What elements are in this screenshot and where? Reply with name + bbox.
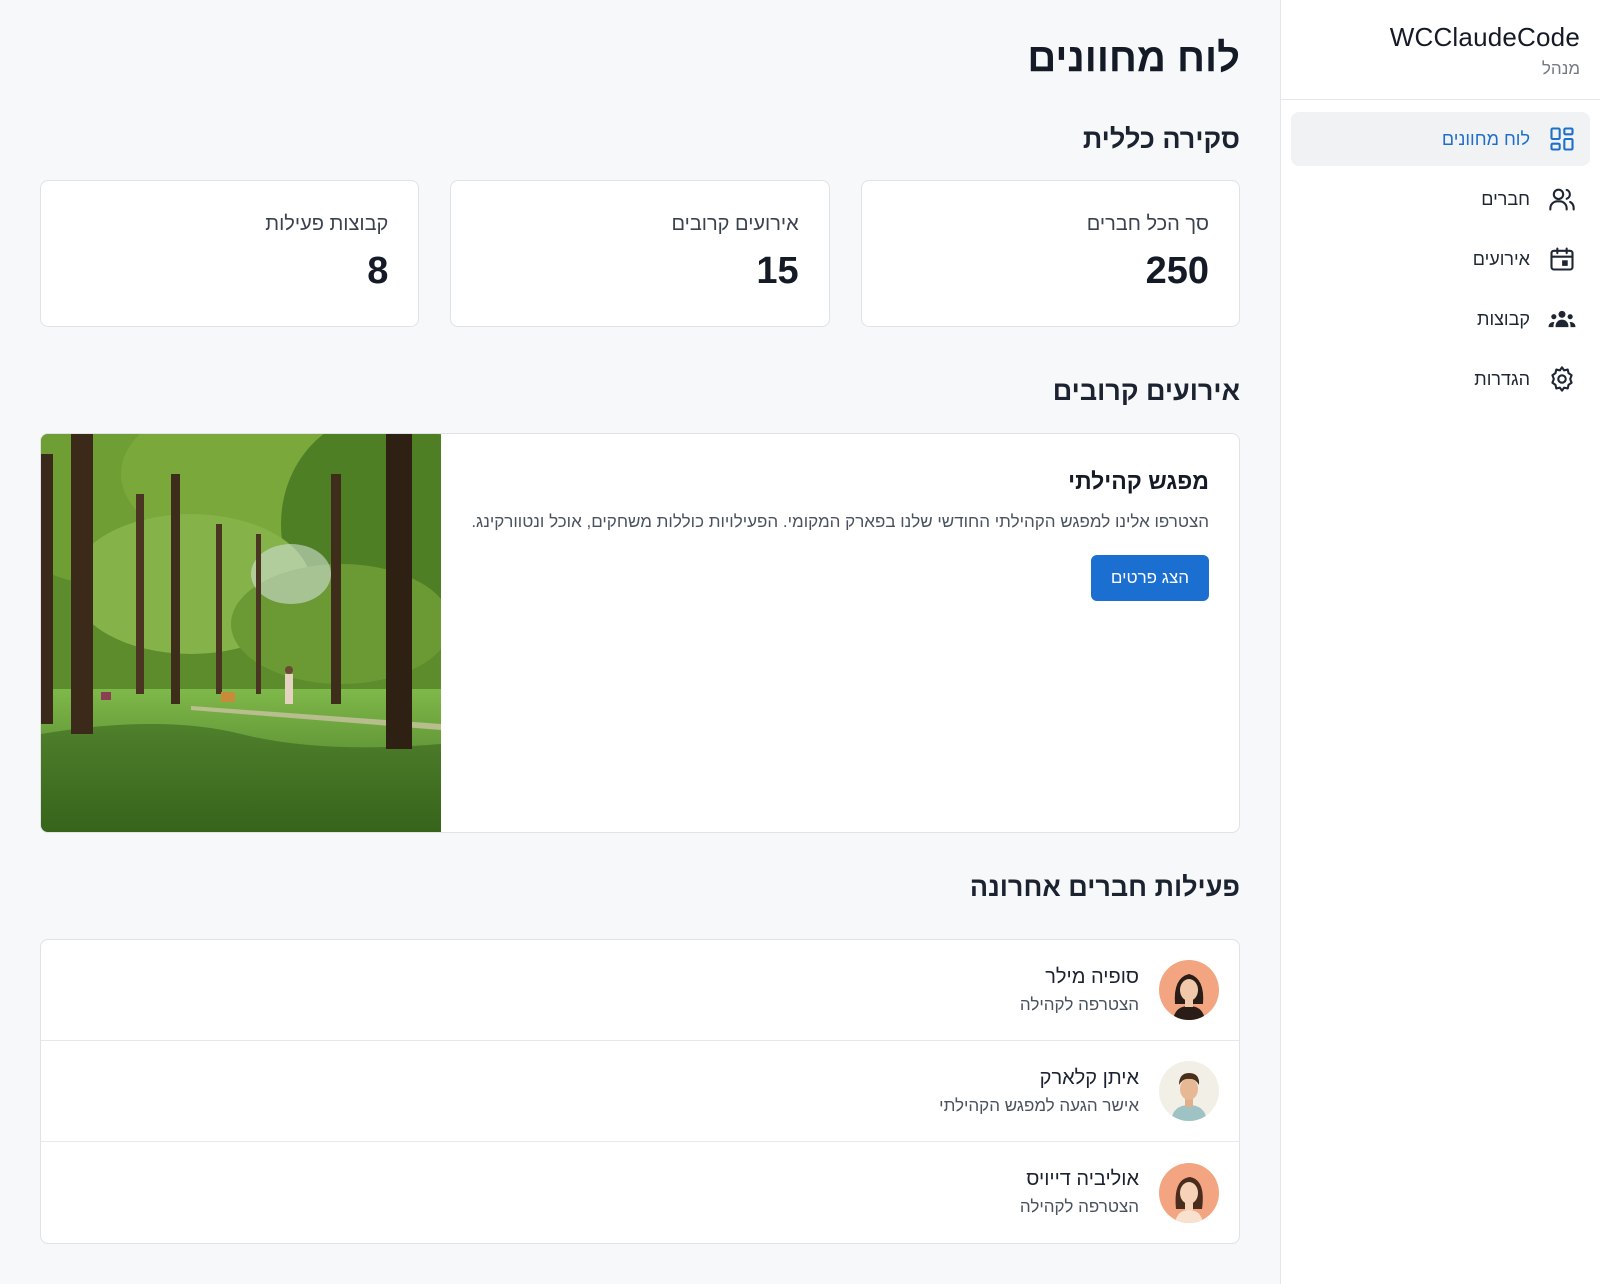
sidebar-item-label: חברים <box>1481 188 1530 209</box>
users-icon <box>1549 188 1575 211</box>
app-name: WCClaudeCode <box>1389 22 1580 52</box>
stats-row: סך הכל חברים 250 אירועים קרובים 15 קבוצו… <box>40 180 1240 327</box>
sidebar: WCClaudeCode מנהל לוח מחוונים חברים אירו… <box>1280 0 1600 1284</box>
stat-label: אירועים קרובים <box>671 213 799 235</box>
main-content: לוח מחוונים סקירה כללית סך הכל חברים 250… <box>0 0 1280 1284</box>
member-name: סופיה מילר <box>1045 965 1139 988</box>
events-title: אירועים קרובים <box>1052 376 1240 406</box>
calendar-icon <box>1550 247 1574 271</box>
view-details-button[interactable]: הצג פרטים <box>1090 555 1209 601</box>
sidebar-item-groups[interactable]: קבוצות <box>1291 292 1590 346</box>
avatar <box>1159 1162 1219 1223</box>
stat-value: 250 <box>1145 250 1209 292</box>
gear-icon <box>1551 366 1573 392</box>
stat-card-groups: קבוצות פעילות 8 <box>40 180 420 327</box>
list-item[interactable]: איתן קלארק אישר הגעה למפגש הקהילתי <box>41 1041 1239 1142</box>
page-title: לוח מחוונים <box>1027 36 1240 80</box>
park-photo-icon <box>41 434 441 832</box>
sidebar-item-label: הגדרות <box>1474 368 1530 389</box>
member-name: אוליביה דייויס <box>1026 1168 1139 1190</box>
activity-text: סופיה מילר הצטרפה לקהילה <box>1020 966 1139 1015</box>
activity-list: סופיה מילר הצטרפה לקהילה איתן קלארק אישר… <box>40 939 1240 1244</box>
stat-card-members: סך הכל חברים 250 <box>860 180 1240 327</box>
groups-icon <box>1548 310 1576 328</box>
stat-card-events: אירועים קרובים 15 <box>450 180 830 327</box>
list-item[interactable]: אוליביה דייויס הצטרפה לקהילה <box>41 1142 1239 1243</box>
dashboard-icon <box>1550 127 1574 151</box>
activity-text: איתן קלארק אישר הגעה למפגש הקהילתי <box>939 1067 1139 1116</box>
sidebar-item-settings[interactable]: הגדרות <box>1291 352 1590 406</box>
activity-title: פעילות חברים אחרונה <box>969 872 1240 902</box>
list-item[interactable]: סופיה מילר הצטרפה לקהילה <box>41 940 1239 1041</box>
man-avatar-icon <box>1159 1061 1219 1121</box>
event-card: מפגש קהילתי הצטרפו אלינו למפגש הקהילתי ה… <box>40 433 1240 833</box>
stat-value: 15 <box>756 250 799 292</box>
stat-label: קבוצות פעילות <box>265 213 389 235</box>
activity-action: הצטרפה לקהילה <box>1019 1197 1139 1216</box>
member-name: איתן קלארק <box>1039 1066 1139 1089</box>
event-image <box>41 434 441 832</box>
stat-label: סך הכל חברים <box>1086 213 1209 235</box>
woman-avatar-icon <box>1159 1162 1219 1223</box>
woman-avatar-icon <box>1159 960 1219 1020</box>
user-role: מנהל <box>1541 59 1580 78</box>
sidebar-item-dashboard[interactable]: לוח מחוונים <box>1291 112 1590 166</box>
avatar <box>1159 1061 1219 1121</box>
activity-action: אישר הגעה למפגש הקהילתי <box>939 1095 1139 1115</box>
sidebar-nav: לוח מחוונים חברים אירועים קבוצות הגדרות <box>1281 100 1600 424</box>
sidebar-item-label: קבוצות <box>1477 308 1530 329</box>
sidebar-item-label: לוח מחוונים <box>1441 128 1530 149</box>
sidebar-item-events[interactable]: אירועים <box>1291 232 1590 286</box>
activity-text: אוליביה דייויס הצטרפה לקהילה <box>1020 1168 1139 1217</box>
event-body: מפגש קהילתי הצטרפו אלינו למפגש הקהילתי ה… <box>441 434 1239 832</box>
event-title: מפגש קהילתי <box>1068 468 1209 494</box>
brand: WCClaudeCode מנהל <box>1281 0 1600 100</box>
overview-title: סקירה כללית <box>1082 124 1240 154</box>
sidebar-item-members[interactable]: חברים <box>1291 172 1590 226</box>
avatar <box>1159 960 1219 1020</box>
activity-action: הצטרפה לקהילה <box>1019 994 1139 1014</box>
sidebar-item-label: אירועים <box>1472 248 1530 269</box>
stat-value: 8 <box>367 250 389 292</box>
event-description: הצטרפו אלינו למפגש הקהילתי החודשי שלנו ב… <box>471 512 1209 531</box>
